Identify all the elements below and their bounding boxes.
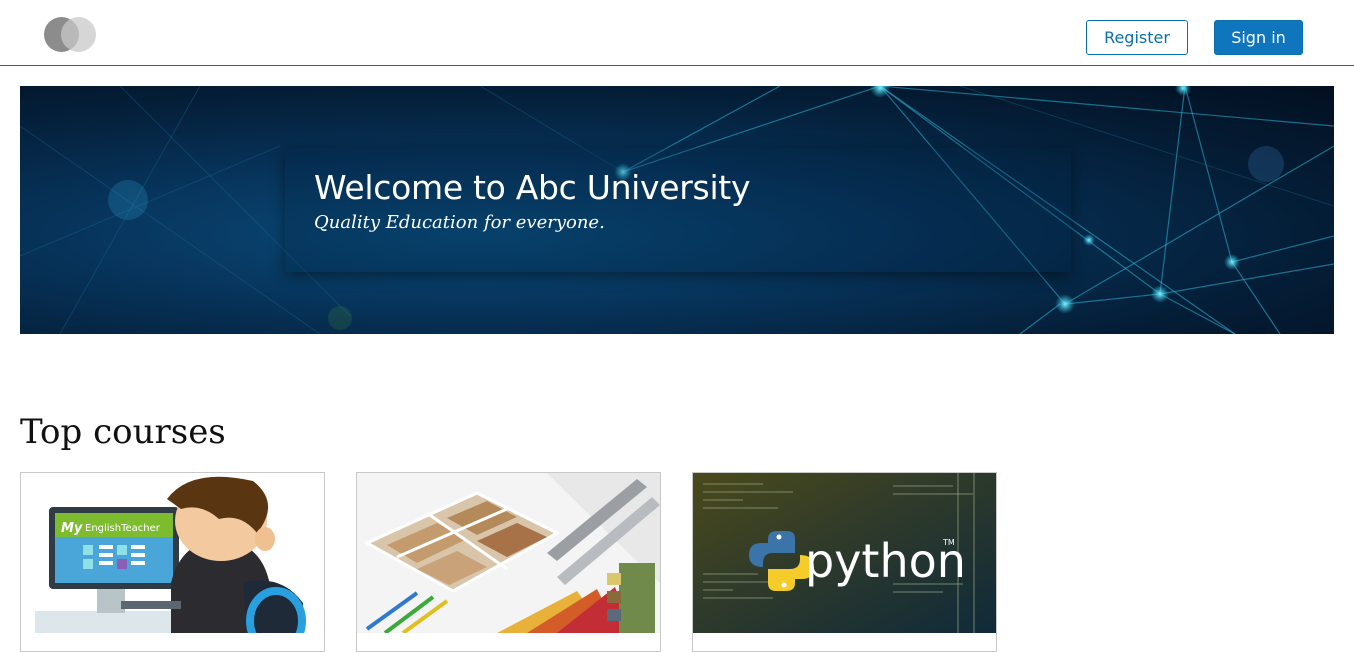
- english-teacher-course-image: My EnglishTeacher: [21, 473, 324, 633]
- english-teacher-logo-text: My: [61, 521, 83, 536]
- course-card-interior-design[interactable]: [356, 472, 661, 652]
- hero-title: Welcome to Abc University: [314, 168, 751, 207]
- python-course-image: python TM: [693, 473, 996, 633]
- hero-banner: Welcome to Abc University Quality Educat…: [20, 86, 1334, 334]
- python-wordmark: python: [805, 534, 966, 588]
- top-courses-heading: Top courses: [20, 412, 226, 452]
- interior-design-course-image: [357, 473, 660, 633]
- english-teacher-brand-text: EnglishTeacher: [85, 523, 161, 534]
- hero-subtitle: Quality Education for everyone.: [314, 212, 605, 233]
- site-logo-icon[interactable]: [44, 17, 96, 52]
- hero-caption-box: [285, 148, 1071, 272]
- sign-in-button[interactable]: Sign in: [1214, 20, 1303, 55]
- python-trademark: TM: [942, 538, 955, 547]
- course-card-english[interactable]: My EnglishTeacher: [20, 472, 325, 652]
- register-button[interactable]: Register: [1086, 20, 1188, 55]
- top-navbar: Register Sign in: [0, 0, 1354, 66]
- course-card-python[interactable]: python TM: [692, 472, 997, 652]
